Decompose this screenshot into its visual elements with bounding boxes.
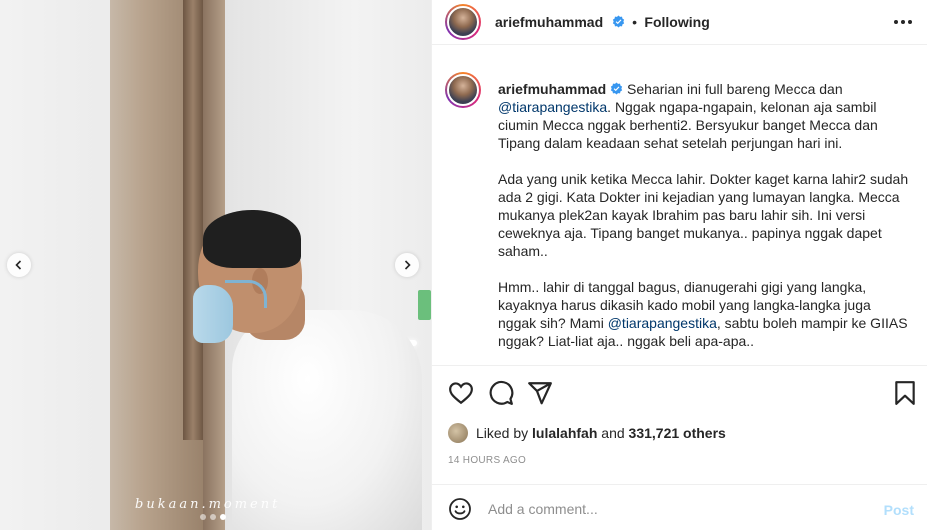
previous-slide-button[interactable] bbox=[7, 253, 31, 277]
chevron-right-icon bbox=[404, 260, 411, 270]
author-avatar[interactable] bbox=[445, 4, 481, 40]
save-button[interactable] bbox=[892, 380, 918, 406]
comment-bar: Post bbox=[432, 484, 927, 530]
post-comment-button[interactable]: Post bbox=[884, 502, 914, 518]
separator-dot: • bbox=[632, 14, 637, 30]
share-icon bbox=[528, 382, 552, 405]
liker-username[interactable]: lulalahfah bbox=[532, 425, 597, 441]
carousel-dot bbox=[210, 514, 216, 520]
liker-avatar[interactable] bbox=[448, 423, 468, 443]
share-button[interactable] bbox=[527, 380, 553, 406]
carousel-indicator bbox=[200, 514, 226, 520]
caption-section: ariefmuhammad Seharian ini full bareng M… bbox=[432, 46, 927, 366]
comment-icon bbox=[489, 380, 514, 405]
mention-link[interactable]: @tiarapangestika bbox=[608, 315, 717, 331]
action-bar bbox=[432, 368, 927, 418]
likes-prefix: Liked by bbox=[476, 425, 529, 441]
exit-sign bbox=[418, 290, 431, 320]
likes-count[interactable]: 331,721 others bbox=[629, 425, 726, 441]
mention-link[interactable]: @tiarapangestika bbox=[498, 99, 607, 115]
post-media[interactable]: bukaan.moment bbox=[0, 0, 431, 530]
caption-username[interactable]: ariefmuhammad bbox=[498, 81, 606, 97]
author-username[interactable]: ariefmuhammad bbox=[495, 14, 603, 30]
comment-button[interactable] bbox=[488, 380, 514, 406]
post-panel: ariefmuhammad • Following ariefmuhammad … bbox=[431, 0, 927, 530]
door-frame bbox=[183, 0, 203, 440]
verified-badge-icon bbox=[611, 82, 623, 95]
bookmark-icon bbox=[895, 381, 915, 405]
emoji-icon[interactable] bbox=[448, 497, 472, 521]
post-timestamp[interactable]: 14 HOURS AGO bbox=[448, 455, 526, 466]
comment-input[interactable] bbox=[488, 497, 868, 521]
caption-avatar[interactable] bbox=[445, 72, 481, 108]
more-options-icon[interactable] bbox=[894, 15, 912, 29]
likes-summary: Liked by lulalahfah and 331,721 others bbox=[448, 422, 726, 444]
header-user-row: ariefmuhammad • Following bbox=[495, 14, 710, 32]
chevron-left-icon bbox=[15, 260, 22, 270]
face-mask bbox=[193, 285, 233, 343]
following-button[interactable]: Following bbox=[644, 14, 709, 30]
verified-badge-icon bbox=[612, 15, 624, 28]
photo-watermark: bukaan.moment bbox=[135, 497, 281, 512]
heart-icon bbox=[449, 382, 473, 405]
likes-middle: and bbox=[601, 425, 625, 441]
post-caption: ariefmuhammad Seharian ini full bareng M… bbox=[498, 80, 910, 368]
next-slide-button[interactable] bbox=[395, 253, 419, 277]
like-button[interactable] bbox=[448, 380, 474, 406]
carousel-dot bbox=[200, 514, 206, 520]
caption-text: Seharian ini full bareng Mecca dan bbox=[627, 81, 843, 97]
caption-paragraph: Ada yang unik ketika Mecca lahir. Dokter… bbox=[498, 171, 909, 259]
carousel-dot-active bbox=[220, 514, 226, 520]
person-hair bbox=[203, 210, 301, 268]
post-header: ariefmuhammad • Following bbox=[432, 0, 927, 45]
